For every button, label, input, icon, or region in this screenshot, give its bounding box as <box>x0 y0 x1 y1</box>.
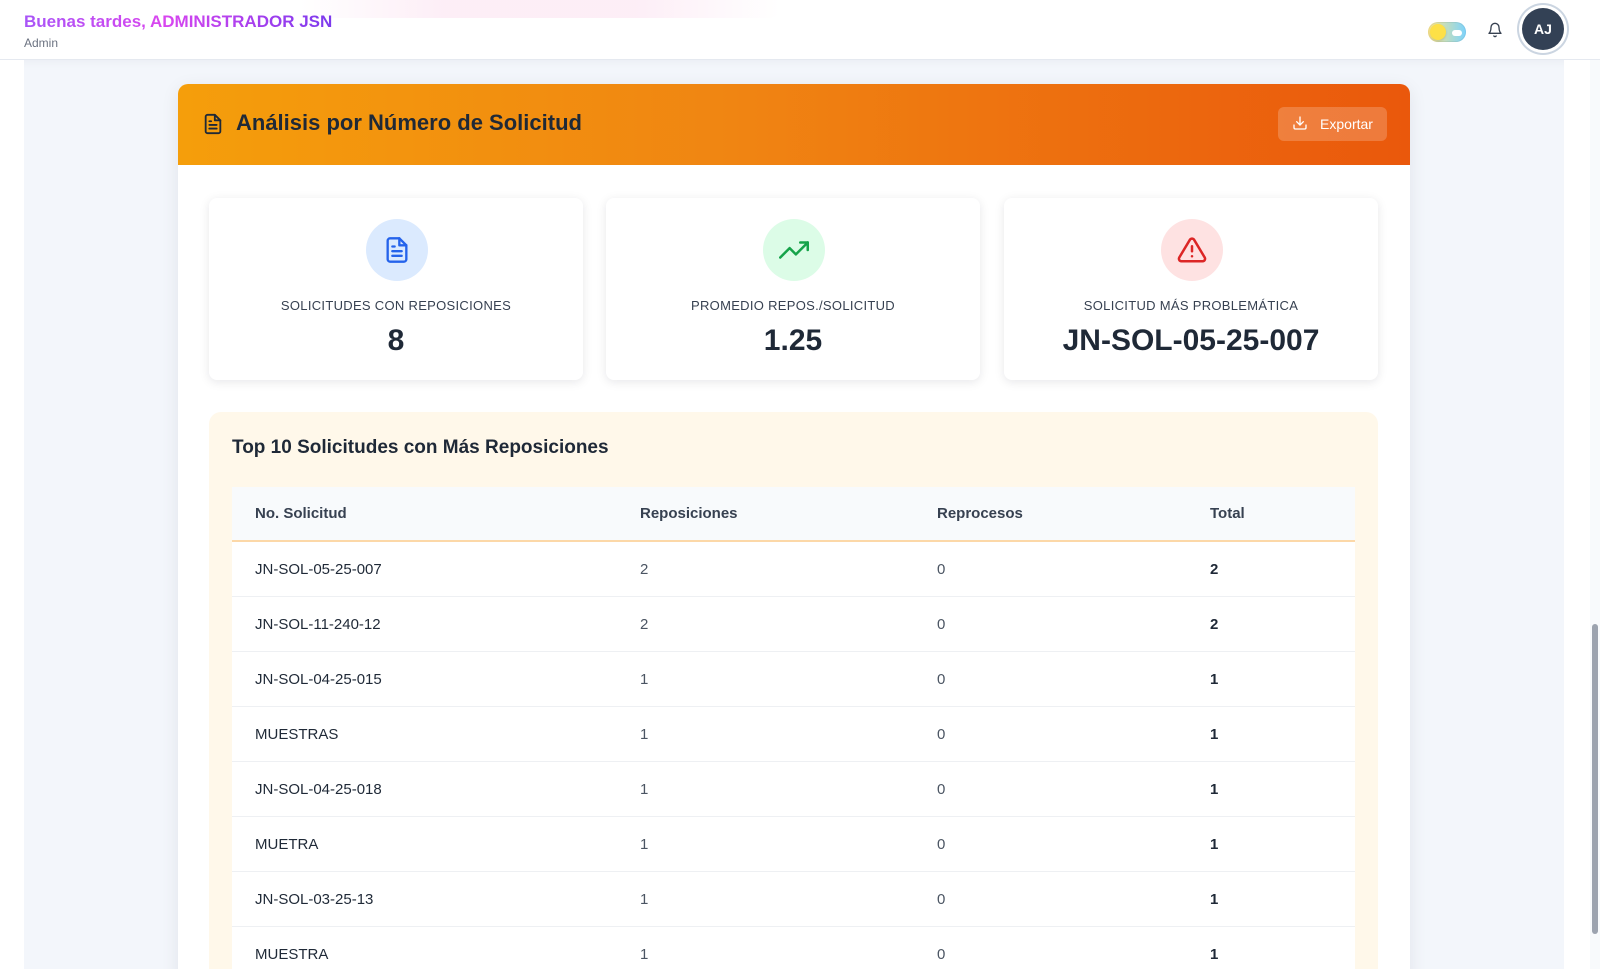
cell-solicitud: JN-SOL-03-25-13 <box>255 890 374 908</box>
cell-solicitud: MUESTRAS <box>255 725 339 743</box>
stat-value: 8 <box>387 324 405 357</box>
table-row[interactable]: MUESTRAS 1 0 1 <box>232 707 1355 762</box>
header-fade-decoration <box>300 0 780 18</box>
left-gutter <box>0 60 24 969</box>
cell-solicitud: JN-SOL-04-25-015 <box>255 670 382 688</box>
user-role: Admin <box>24 36 59 50</box>
cell-total: 2 <box>1210 615 1219 633</box>
stat-label: SOLICITUD MÁS PROBLEMÁTICA <box>1083 298 1299 313</box>
cell-total: 1 <box>1210 725 1219 743</box>
cell-reprocesos: 0 <box>937 670 946 688</box>
cell-total: 1 <box>1210 835 1219 853</box>
cell-reprocesos: 0 <box>937 725 946 743</box>
table-header: No. Solicitud Reposiciones Reprocesos To… <box>232 487 1355 542</box>
stat-value: JN-SOL-05-25-007 <box>1062 324 1320 357</box>
column-header[interactable]: No. Solicitud <box>255 487 347 540</box>
cell-total: 1 <box>1210 945 1219 963</box>
panel-header: Análisis por Número de Solicitud Exporta… <box>178 84 1410 165</box>
cell-reprocesos: 0 <box>937 560 946 578</box>
stat-label: SOLICITUDES CON REPOSICIONES <box>280 298 512 313</box>
cell-total: 1 <box>1210 890 1219 908</box>
cell-reposiciones: 1 <box>640 835 649 853</box>
table-row[interactable]: JN-SOL-05-25-007 2 0 2 <box>232 542 1355 597</box>
theme-toggle[interactable] <box>1428 22 1466 42</box>
greeting-text: Buenas tardes, ADMINISTRADOR JSN <box>24 12 333 31</box>
cell-total: 2 <box>1210 560 1219 578</box>
cell-reposiciones: 1 <box>640 670 649 688</box>
cell-total: 1 <box>1210 670 1219 688</box>
cell-reprocesos: 0 <box>937 945 946 963</box>
right-gutter <box>1564 60 1590 969</box>
user-avatar[interactable]: AJ <box>1522 8 1564 50</box>
section-title: Top 10 Solicitudes con Más Reposiciones <box>232 437 609 458</box>
stat-card-problematica: SOLICITUD MÁS PROBLEMÁTICA JN-SOL-05-25-… <box>1004 198 1378 380</box>
cell-reposiciones: 1 <box>640 780 649 798</box>
solicitud-analysis-panel: Análisis por Número de Solicitud Exporta… <box>178 84 1410 969</box>
document-icon <box>202 112 224 141</box>
cell-solicitud: MUETRA <box>255 835 319 853</box>
table-row[interactable]: MUETRA 1 0 1 <box>232 817 1355 872</box>
panel-title: Análisis por Número de Solicitud <box>236 110 582 135</box>
sun-icon <box>1430 24 1446 40</box>
stat-value: 1.25 <box>763 324 823 357</box>
cell-solicitud: MUESTRA <box>255 945 329 963</box>
cell-solicitud: JN-SOL-05-25-007 <box>255 560 382 578</box>
export-button[interactable]: Exportar <box>1278 107 1387 141</box>
cell-reposiciones: 2 <box>640 615 649 633</box>
cell-reposiciones: 1 <box>640 890 649 908</box>
table-row[interactable]: JN-SOL-03-25-13 1 0 1 <box>232 872 1355 927</box>
export-label: Exportar <box>1320 116 1373 132</box>
cell-total: 1 <box>1210 780 1219 798</box>
cell-solicitud: JN-SOL-11-240-12 <box>255 615 381 633</box>
stat-card-solicitudes: SOLICITUDES CON REPOSICIONES 8 <box>209 198 583 380</box>
cell-reprocesos: 0 <box>937 835 946 853</box>
stat-card-promedio: PROMEDIO REPOS./SOLICITUD 1.25 <box>606 198 980 380</box>
trending-up-icon <box>763 219 825 281</box>
cell-reposiciones: 1 <box>640 725 649 743</box>
cloud-icon <box>1452 30 1462 36</box>
table-row[interactable]: MUESTRA 1 0 1 <box>232 927 1355 969</box>
alert-triangle-icon <box>1161 219 1223 281</box>
column-header[interactable]: Total <box>1210 487 1245 540</box>
cell-reposiciones: 1 <box>640 945 649 963</box>
cell-solicitud: JN-SOL-04-25-018 <box>255 780 382 798</box>
table-row[interactable]: JN-SOL-11-240-12 2 0 2 <box>232 597 1355 652</box>
column-header[interactable]: Reprocesos <box>937 487 1023 540</box>
table-row[interactable]: JN-SOL-04-25-015 1 0 1 <box>232 652 1355 707</box>
cell-reprocesos: 0 <box>937 615 946 633</box>
top-solicitudes-section: Top 10 Solicitudes con Más Reposiciones … <box>209 412 1378 969</box>
document-icon <box>366 219 428 281</box>
column-header[interactable]: Reposiciones <box>640 487 738 540</box>
stat-label: PROMEDIO REPOS./SOLICITUD <box>691 298 895 313</box>
bell-icon[interactable] <box>1484 19 1506 41</box>
download-icon <box>1292 115 1308 134</box>
cell-reprocesos: 0 <box>937 780 946 798</box>
cell-reposiciones: 2 <box>640 560 649 578</box>
table-row[interactable]: JN-SOL-04-25-018 1 0 1 <box>232 762 1355 817</box>
cell-reprocesos: 0 <box>937 890 946 908</box>
scrollbar-thumb[interactable] <box>1592 624 1598 934</box>
top-header: Buenas tardes, ADMINISTRADOR JSN Admin A… <box>0 0 1600 60</box>
top-solicitudes-table: No. Solicitud Reposiciones Reprocesos To… <box>232 487 1355 969</box>
